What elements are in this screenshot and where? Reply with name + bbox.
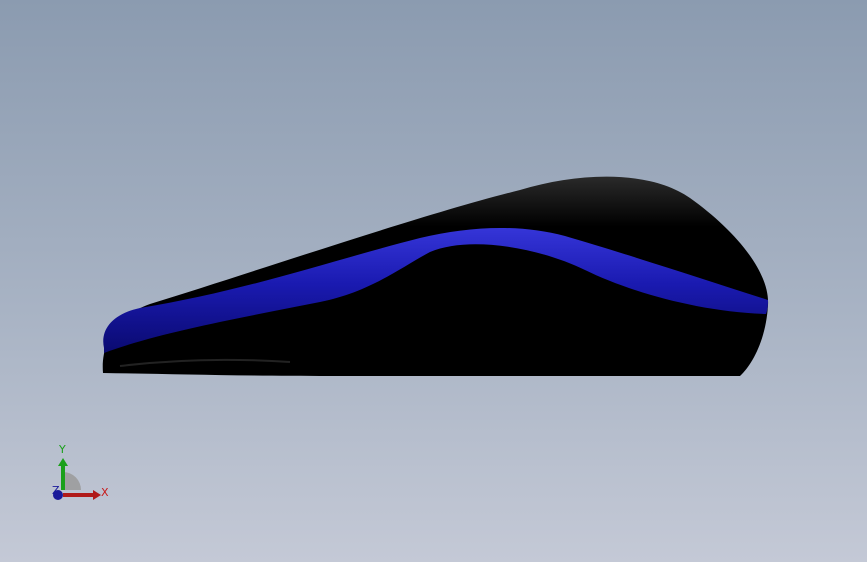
triad-quarter-disc [63,472,81,490]
z-axis-label: Z [52,484,60,497]
graphics-viewport[interactable]: Y X Z [0,0,867,562]
x-axis-label: X [101,486,109,499]
reference-triad: Y X Z [46,438,116,508]
y-axis-label: Y [59,443,66,456]
y-axis-arrow-icon [58,458,68,466]
mouse-model[interactable] [0,0,867,562]
x-axis-arrow-icon [93,490,101,500]
